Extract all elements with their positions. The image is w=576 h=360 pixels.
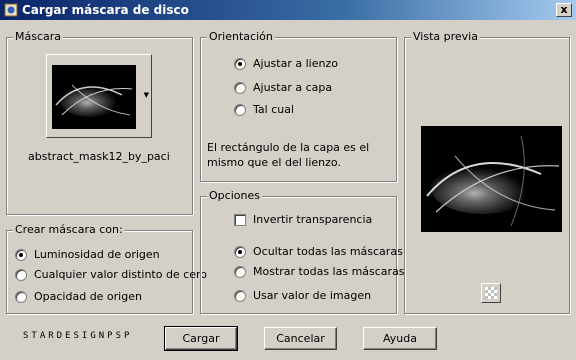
- mask-filename: abstract_mask12_by_paci: [28, 150, 170, 163]
- help-button[interactable]: Ayuda: [363, 327, 437, 350]
- radio-nonzero[interactable]: Cualquier valor distinto de cero: [15, 268, 207, 281]
- options-legend: Opciones: [207, 189, 262, 202]
- radio-label: Ajustar a capa: [253, 81, 333, 94]
- radio-opacity[interactable]: Opacidad de origen: [15, 290, 142, 303]
- checkbox-label: Invertir transparencia: [253, 213, 373, 226]
- cancel-button[interactable]: Cancelar: [264, 327, 337, 350]
- title-bar: Cargar máscara de disco x: [0, 0, 576, 20]
- create-mask-legend: Crear máscara con:: [13, 223, 125, 236]
- radio-label: Tal cual: [253, 103, 295, 116]
- checkbox-icon: [234, 213, 246, 226]
- radio-icon: [15, 248, 27, 261]
- radio-label: Opacidad de origen: [34, 290, 142, 303]
- radio-icon: [234, 265, 246, 278]
- radio-hide-masks[interactable]: Ocultar todas las máscaras: [234, 245, 403, 258]
- mask-picker-button[interactable]: ▼: [46, 54, 152, 138]
- orientation-legend: Orientación: [207, 30, 275, 43]
- preview-image: [421, 126, 562, 232]
- preview-toggle-button[interactable]: [481, 283, 501, 303]
- app-icon: [4, 3, 18, 17]
- orientation-description: El rectángulo de la capa es el mismo que…: [207, 141, 370, 169]
- mask-thumbnail: [52, 65, 136, 129]
- radio-icon: [234, 57, 246, 70]
- radio-icon: [234, 103, 246, 116]
- invert-transparency-checkbox[interactable]: Invertir transparencia: [234, 213, 372, 226]
- radio-label: Luminosidad de origen: [34, 248, 160, 261]
- radio-luminosity[interactable]: Luminosidad de origen: [15, 248, 160, 261]
- radio-icon: [15, 268, 27, 281]
- close-button[interactable]: x: [556, 3, 572, 17]
- radio-label: Cualquier valor distinto de cero: [34, 268, 208, 281]
- brand-watermark: STARDESIGNPSP: [23, 331, 133, 341]
- radio-icon: [234, 81, 246, 94]
- radio-icon: [234, 289, 246, 302]
- radio-label: Ocultar todas las máscaras: [253, 245, 403, 258]
- radio-fit-canvas[interactable]: Ajustar a lienzo: [234, 57, 338, 70]
- mask-group-legend: Máscara: [13, 30, 64, 43]
- dropdown-arrow-icon: ▼: [143, 91, 149, 99]
- load-button[interactable]: Cargar: [164, 326, 238, 351]
- radio-icon: [234, 245, 246, 258]
- checkerboard-icon: [485, 287, 497, 299]
- radio-icon: [15, 290, 27, 303]
- radio-as-is[interactable]: Tal cual: [234, 103, 294, 116]
- radio-show-masks[interactable]: Mostrar todas las máscaras: [234, 265, 405, 278]
- radio-label: Ajustar a lienzo: [253, 57, 338, 70]
- radio-image-value[interactable]: Usar valor de imagen: [234, 289, 371, 302]
- radio-label: Mostrar todas las máscaras: [253, 265, 405, 278]
- radio-label: Usar valor de imagen: [253, 289, 372, 302]
- radio-fit-layer[interactable]: Ajustar a capa: [234, 81, 332, 94]
- preview-legend: Vista previa: [411, 30, 480, 43]
- window-title: Cargar máscara de disco: [22, 3, 189, 17]
